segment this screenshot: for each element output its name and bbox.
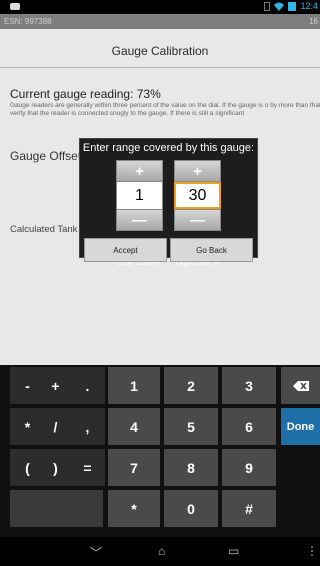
key-1[interactable]: 1 [108, 367, 160, 404]
battery-icon [288, 1, 297, 11]
key-6[interactable]: 6 [222, 408, 276, 445]
low-decrement-button[interactable]: — [116, 209, 163, 231]
gauge-offset-label: Gauge Offset [10, 149, 82, 163]
status-time: 12:4 [300, 1, 318, 11]
low-end-value[interactable]: 1 [116, 182, 163, 209]
notification-icon [10, 3, 20, 10]
nfc-icon [264, 1, 271, 11]
high-end-value[interactable]: 30 [174, 182, 221, 209]
numeric-keyboard: - + . 1 2 3 * / , 4 5 6 Done ( ) = 7 8 9… [0, 365, 320, 537]
accept-button[interactable]: Accept [84, 238, 167, 262]
key-equals[interactable]: = [70, 449, 105, 486]
key-7[interactable]: 7 [108, 449, 160, 486]
low-increment-button[interactable]: + [116, 160, 163, 182]
high-decrement-button[interactable]: — [174, 209, 221, 231]
status-bar: 12:4 [0, 0, 320, 14]
key-slash[interactable]: / [38, 408, 73, 445]
high-increment-button[interactable]: + [174, 160, 221, 182]
wifi-icon [274, 2, 285, 11]
go-back-button[interactable]: Go Back [170, 238, 253, 262]
high-end-picker: + 30 — High End % [174, 160, 221, 267]
reading-description: Gauge readers are generally within three… [10, 102, 320, 117]
key-4[interactable]: 4 [108, 408, 160, 445]
key-period[interactable]: . [70, 367, 105, 404]
key-2[interactable]: 2 [164, 367, 218, 404]
key-plus[interactable]: + [38, 367, 73, 404]
key-star[interactable]: * [108, 490, 160, 527]
page-title: Gauge Calibration [111, 44, 209, 58]
app-screen: ESN: 997388 16 Gauge Calibration Current… [0, 14, 320, 365]
key-hash[interactable]: # [222, 490, 276, 527]
key-3[interactable]: 3 [222, 367, 276, 404]
calculated-tank-label: Calculated Tank [10, 224, 78, 235]
key-5[interactable]: 5 [164, 408, 218, 445]
backspace-icon [292, 380, 309, 391]
key-close-paren[interactable]: ) [38, 449, 73, 486]
key-0[interactable]: 0 [164, 490, 218, 527]
esn-label: ESN: 997388 [4, 17, 52, 26]
key-9[interactable]: 9 [222, 449, 276, 486]
done-key[interactable]: Done [281, 408, 320, 445]
low-end-picker: + 1 — Low End % [116, 160, 163, 267]
esn-right-text: 16 [309, 17, 318, 26]
backspace-key[interactable] [281, 367, 320, 404]
current-reading: Current gauge reading: 73% [10, 87, 161, 101]
key-space[interactable] [10, 490, 103, 527]
title-divider [0, 67, 320, 68]
key-8[interactable]: 8 [164, 449, 218, 486]
status-icons: 12:4 [264, 1, 318, 11]
recents-icon[interactable]: ▭ [228, 544, 239, 558]
dialog-buttons: Accept Go Back [84, 238, 253, 262]
key-comma[interactable]: , [70, 408, 105, 445]
dialog-prompt: Enter range covered by this gauge: [82, 142, 255, 154]
esn-bar: ESN: 997388 16 [0, 14, 320, 29]
home-icon[interactable]: ⌂ [158, 544, 165, 558]
navigation-bar: ﹀ ⌂ ▭ ⋮ [0, 537, 320, 566]
menu-icon[interactable]: ⋮ [306, 544, 318, 558]
back-icon[interactable]: ﹀ [90, 544, 102, 561]
